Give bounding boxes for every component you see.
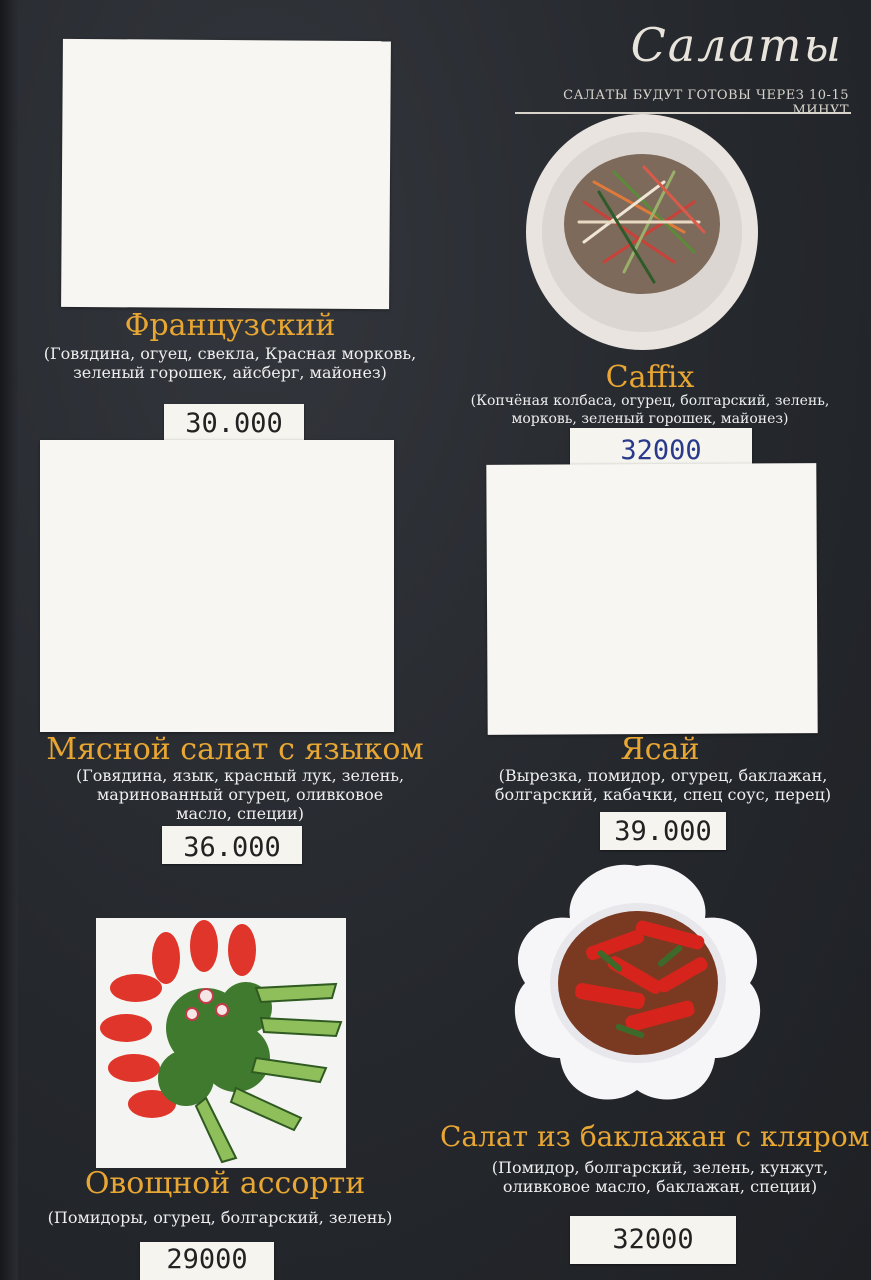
item-price: 39.000: [600, 812, 726, 850]
section-title: Салаты: [630, 18, 843, 72]
item-description: (Вырезка, помидор, огурец, баклажан, бол…: [494, 766, 832, 804]
item-price: 30.000: [164, 404, 304, 440]
item-name: Ясай: [620, 732, 700, 767]
item-photo-placeholder: [40, 440, 394, 732]
item-description: (Помидор, болгарский, зелень, кунжут, ол…: [491, 1158, 829, 1196]
item-name: Французский: [124, 308, 336, 343]
salad-plate-photo: [526, 114, 758, 350]
page-edge: [0, 0, 18, 1280]
item-photo-placeholder: [61, 38, 391, 310]
item-name: Мясной салат с языком: [46, 732, 424, 767]
item-description: (Помидоры, огурец, болгарский, зелень): [47, 1208, 393, 1227]
item-name: Caffix: [605, 360, 695, 395]
item-description: (Говядина, огуец, свекла, Красная морков…: [43, 344, 417, 382]
item-price: 29000: [140, 1242, 274, 1280]
item-name: Салат из баклажан с кляром: [440, 1120, 870, 1153]
vegetable-assortment-photo: [96, 918, 346, 1168]
item-photo-placeholder: [486, 463, 818, 735]
item-price: 36.000: [162, 826, 302, 864]
eggplant-salad-photo: [514, 864, 761, 1100]
item-description: (Копчёная колбаса, огурец, болгарский, з…: [470, 393, 830, 427]
item-price: 32000: [570, 1216, 736, 1264]
item-name: Овощной ассорти: [84, 1166, 366, 1201]
item-description: (Говядина, язык, красный лук, зелень, ма…: [75, 766, 405, 823]
menu-page: Салаты САЛАТЫ БУДУТ ГОТОВЫ ЧЕРЕЗ 10-15 М…: [0, 0, 871, 1280]
